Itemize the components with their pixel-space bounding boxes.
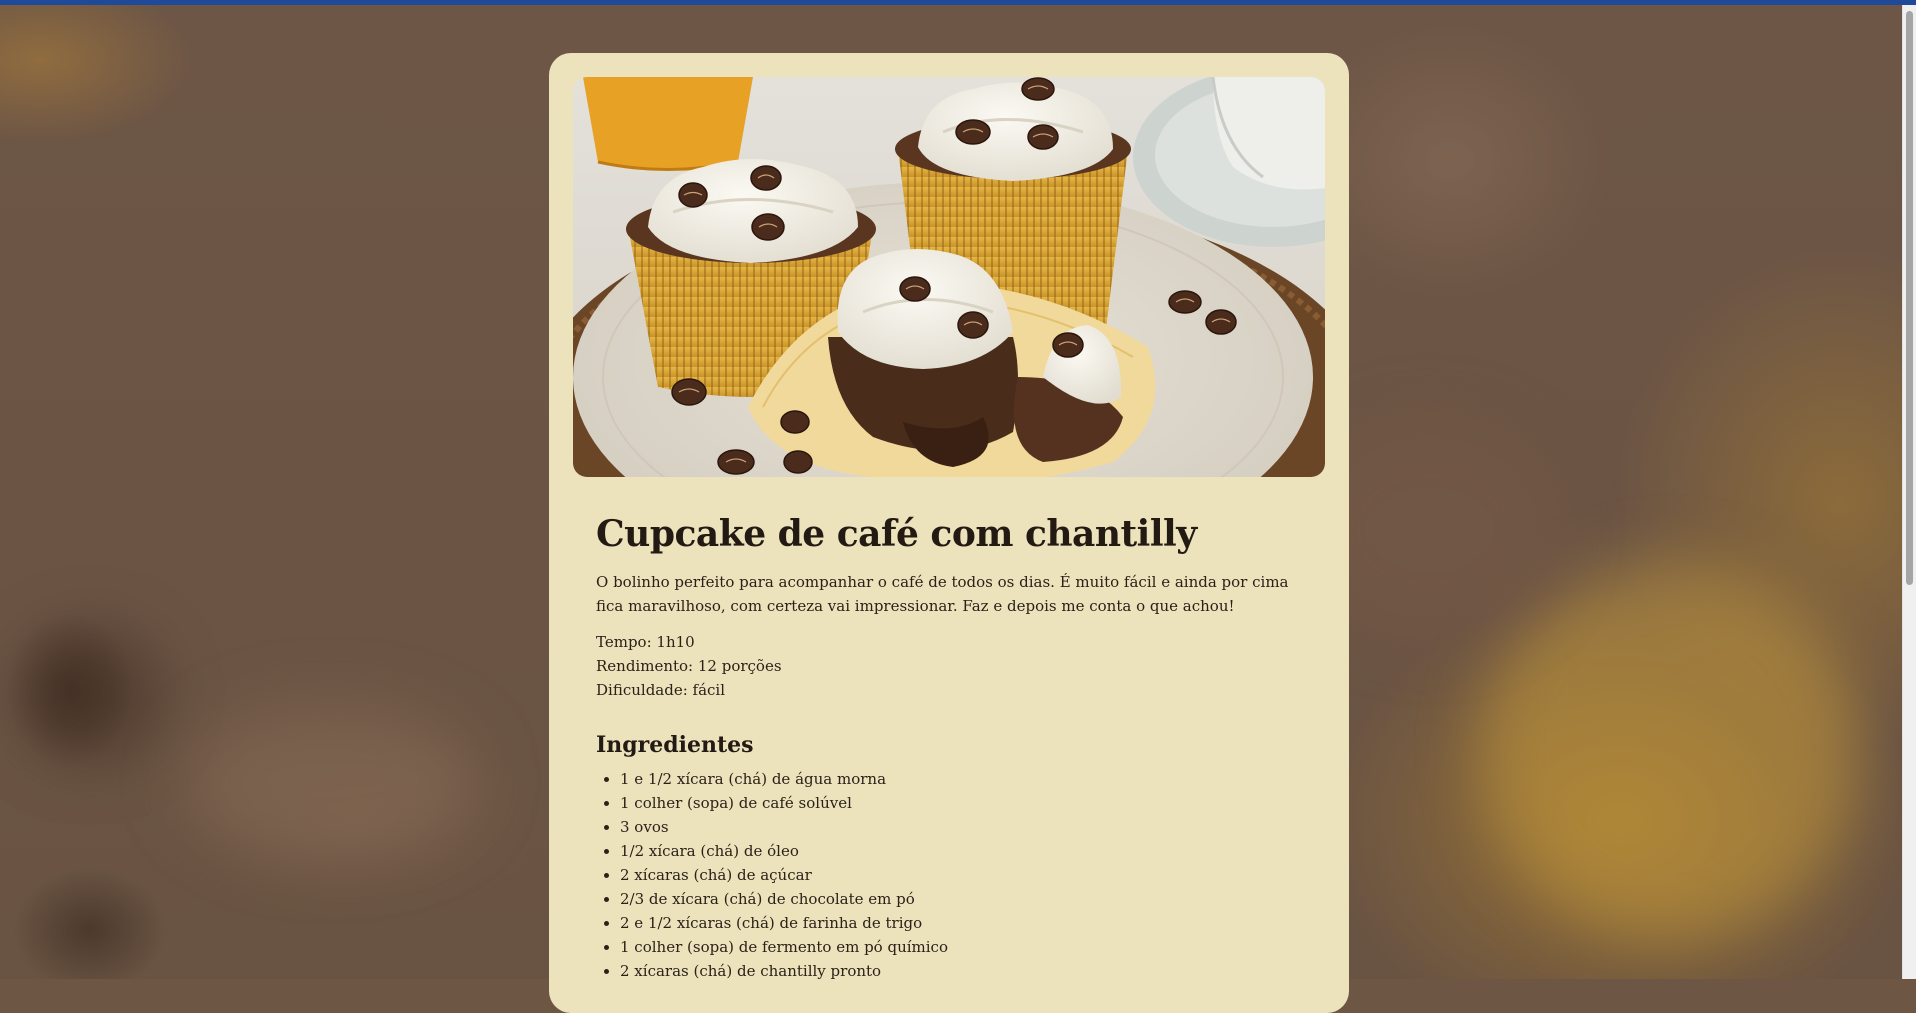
- scrollbar-thumb[interactable]: [1906, 11, 1913, 585]
- recipe-card: Cupcake de café com chantilly O bolinho …: [549, 53, 1349, 1013]
- recipe-meta: Tempo: 1h10 Rendimento: 12 porções Dific…: [596, 630, 1296, 702]
- ingredients-list: 1 e 1/2 xícara (chá) de água morna 1 col…: [596, 767, 1296, 983]
- ingredient-item: 1/2 xícara (chá) de óleo: [620, 839, 1296, 863]
- ingredient-item: 2/3 de xícara (chá) de chocolate em pó: [620, 887, 1296, 911]
- recipe-time: Tempo: 1h10: [596, 633, 695, 652]
- vertical-scrollbar[interactable]: [1902, 5, 1916, 979]
- recipe-title: Cupcake de café com chantilly: [596, 513, 1197, 555]
- ingredients-heading: Ingredientes: [596, 732, 754, 759]
- recipe-hero-image: [573, 77, 1325, 477]
- ingredient-item: 3 ovos: [620, 815, 1296, 839]
- ingredient-item: 2 e 1/2 xícaras (chá) de farinha de trig…: [620, 911, 1296, 935]
- ingredient-item: 1 colher (sopa) de café solúvel: [620, 791, 1296, 815]
- recipe-difficulty: Dificuldade: fácil: [596, 681, 726, 700]
- ingredient-item: 2 xícaras (chá) de açúcar: [620, 863, 1296, 887]
- ingredient-item: 1 colher (sopa) de fermento em pó químic…: [620, 935, 1296, 959]
- ingredient-item: 1 e 1/2 xícara (chá) de água morna: [620, 767, 1296, 791]
- recipe-yield: Rendimento: 12 porções: [596, 657, 782, 676]
- browser-top-bar: [0, 0, 1916, 5]
- recipe-content: Cupcake de café com chantilly O bolinho …: [596, 513, 1296, 983]
- recipe-description: O bolinho perfeito para acompanhar o caf…: [596, 573, 1289, 616]
